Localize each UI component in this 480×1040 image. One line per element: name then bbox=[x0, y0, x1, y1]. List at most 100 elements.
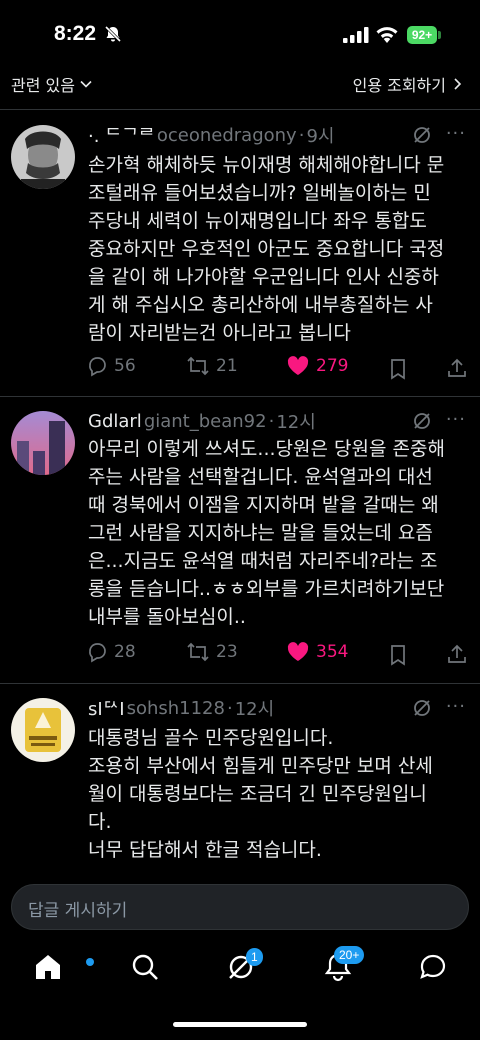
timestamp[interactable]: 12시 bbox=[276, 408, 315, 434]
tweet-header: sIᄃᄉI sohsh1128 · 12시 bbox=[88, 695, 466, 721]
view-quotes-label: 인용 조회하기 bbox=[352, 76, 446, 95]
avatar[interactable] bbox=[11, 698, 75, 762]
tweet-text-line: 게 해 주십시오 총리산하에 내부총질하는 사 bbox=[88, 294, 433, 316]
reply-tweet[interactable]: sIᄃᄉI sohsh1128 · 12시 ··· 대통령님 골수 민주당원입니… bbox=[0, 684, 480, 884]
like-button[interactable]: 279 bbox=[286, 355, 348, 377]
tweet-text-line: 중요하지만 우호적인 아군도 중요합니다 국정 bbox=[88, 238, 445, 260]
like-count: 354 bbox=[316, 642, 349, 662]
tweet-text-line: 다. bbox=[88, 811, 112, 833]
separator-dot: · bbox=[298, 124, 305, 146]
heart-filled-icon bbox=[287, 642, 309, 661]
retweet-button[interactable]: 21 bbox=[186, 355, 238, 377]
bookmark-icon[interactable] bbox=[388, 358, 408, 380]
reply-count: 28 bbox=[114, 642, 136, 662]
display-name[interactable]: sIᄃᄉI bbox=[88, 695, 125, 721]
tweet-text: 대통령님 골수 민주당원입니다. 조용히 부산에서 힘들게 민주당만 보며 산세… bbox=[88, 724, 468, 864]
tab-search[interactable] bbox=[130, 952, 160, 986]
home-icon bbox=[36, 955, 60, 979]
tweet-header: Gdlarl giant_bean92 · 12시 bbox=[88, 408, 466, 434]
like-count: 279 bbox=[316, 356, 349, 376]
handle[interactable]: giant_bean92 bbox=[144, 411, 267, 432]
chevron-right-icon bbox=[454, 78, 462, 90]
like-button[interactable]: 354 bbox=[286, 641, 348, 663]
reply-input[interactable]: 답글 게시하기 bbox=[11, 884, 469, 930]
more-options-icon[interactable]: ··· bbox=[446, 409, 466, 430]
avatar[interactable] bbox=[11, 411, 75, 475]
display-name[interactable]: ·. ᄃᄀᄅ bbox=[88, 122, 155, 148]
tweet-text-line: 은...지금도 윤석열 때처럼 자리주네?라는 조 bbox=[88, 550, 438, 572]
chat-bubble-icon bbox=[420, 954, 446, 979]
grok-icon[interactable] bbox=[412, 125, 432, 145]
tweet-text-line: 롱을 듣습니다..ㅎㅎ외부를 가르치려하기보단 bbox=[88, 578, 445, 600]
notifications-badge: 20+ bbox=[334, 946, 365, 964]
reply-button[interactable]: 56 bbox=[86, 355, 136, 377]
tweet-text-line: 조털래유 들어보셨습니까? 일베놀이하는 민 bbox=[88, 182, 431, 204]
timestamp[interactable]: 9시 bbox=[306, 122, 334, 148]
reply-button[interactable]: 28 bbox=[86, 641, 136, 663]
tweet-text-line: 람이 자리받는건 아니라고 봅니다 bbox=[88, 322, 351, 344]
tweet-text-line: 월이 대통령보다는 조금더 긴 민주당원입니 bbox=[88, 783, 427, 805]
search-icon bbox=[132, 954, 158, 980]
share-icon[interactable] bbox=[446, 357, 468, 379]
reply-icon bbox=[89, 357, 106, 377]
tweet-text-line: 그런 사람을 지지하냐는 말을 들었는데 요즘 bbox=[88, 522, 433, 544]
tweet-text-line: 주는 사람을 선택할겁니다. 윤석열과의 대선 bbox=[88, 466, 433, 488]
view-quotes-link[interactable]: 인용 조회하기 bbox=[353, 72, 464, 96]
chevron-down-icon bbox=[80, 80, 92, 88]
retweet-count: 23 bbox=[216, 642, 238, 662]
retweet-count: 21 bbox=[216, 356, 238, 376]
tweet-actions: 56 21 279 bbox=[84, 355, 470, 385]
separator-dot: · bbox=[268, 410, 275, 432]
cellular-signal-icon bbox=[343, 27, 369, 43]
tab-notifications[interactable]: 20+ bbox=[323, 946, 365, 986]
tweet-text-line: 조용히 부산에서 힘들게 민주당만 보며 산세 bbox=[88, 755, 433, 777]
tweet-text-line: 너무 답답해서 한글 적습니다. bbox=[88, 839, 322, 861]
status-bar: 8:22 92+ bbox=[0, 0, 480, 62]
tweet-text: 손가혁 해체하듯 뉴이재명 해체해야합니다 문 조털래유 들어보셨습니까? 일베… bbox=[88, 151, 468, 347]
retweet-icon bbox=[187, 356, 209, 376]
tab-messages[interactable] bbox=[418, 952, 448, 986]
sort-relevance-dropdown[interactable]: 관련 있음 bbox=[11, 72, 93, 96]
sort-label: 관련 있음 bbox=[11, 76, 75, 95]
reply-tweet[interactable]: Gdlarl giant_bean92 · 12시 ··· 아무리 이렇게 쓰셔… bbox=[0, 397, 480, 684]
wifi-icon bbox=[376, 27, 398, 43]
grok-icon[interactable] bbox=[412, 411, 432, 431]
tweet-header: ·. ᄃᄀᄅ oceonedragony · 9시 bbox=[88, 122, 466, 148]
handle[interactable]: sohsh1128 bbox=[127, 698, 225, 719]
display-name[interactable]: Gdlarl bbox=[88, 411, 142, 432]
retweet-button[interactable]: 23 bbox=[186, 641, 238, 663]
handle[interactable]: oceonedragony bbox=[157, 125, 297, 146]
reply-icon bbox=[89, 643, 106, 663]
tweet-text-line: 대통령님 골수 민주당원입니다. bbox=[88, 727, 334, 749]
tweet-text-line: 손가혁 해체하듯 뉴이재명 해체해야합니다 문 bbox=[88, 154, 445, 176]
tab-grok[interactable]: 1 bbox=[226, 948, 263, 986]
tweet-text-line: 을 같이 해 나가야할 우군입니다 인사 신중하 bbox=[88, 266, 439, 288]
status-time: 8:22 bbox=[54, 22, 97, 45]
bell-slash-icon bbox=[104, 25, 122, 43]
battery-indicator: 92+ bbox=[407, 26, 437, 44]
heart-filled-icon bbox=[287, 356, 309, 375]
grok-icon[interactable] bbox=[412, 698, 432, 718]
tweet-actions: 28 23 354 bbox=[84, 641, 470, 671]
tweet-text: 아무리 이렇게 쓰셔도...당원은 당원을 존중해 주는 사람을 선택할겁니다.… bbox=[88, 435, 468, 631]
tweet-text-line: 아무리 이렇게 쓰셔도...당원은 당원을 존중해 bbox=[88, 438, 445, 460]
bookmark-icon[interactable] bbox=[388, 644, 408, 666]
home-indicator bbox=[173, 1022, 307, 1027]
share-icon[interactable] bbox=[446, 643, 468, 665]
tweet-text-line: 내부를 돌아보심이.. bbox=[88, 606, 246, 628]
reply-placeholder: 답글 게시하기 bbox=[28, 901, 128, 921]
tab-home[interactable] bbox=[33, 952, 94, 986]
avatar[interactable] bbox=[11, 125, 75, 189]
reply-tweet[interactable]: ·. ᄃᄀᄅ oceonedragony · 9시 ··· 손가혁 해체하듯 뉴… bbox=[0, 111, 480, 397]
tweet-text-line: 때 경북에서 이잼을 지지하며 밭을 갈때는 왜 bbox=[88, 494, 439, 516]
bottom-tab-bar: 1 20+ bbox=[0, 944, 480, 994]
separator-dot: · bbox=[226, 697, 233, 719]
more-options-icon[interactable]: ··· bbox=[446, 696, 466, 717]
retweet-icon bbox=[187, 642, 209, 662]
more-options-icon[interactable]: ··· bbox=[446, 123, 466, 144]
timestamp[interactable]: 12시 bbox=[235, 695, 274, 721]
home-unread-dot bbox=[86, 958, 94, 966]
spaces-badge: 1 bbox=[246, 948, 263, 966]
tweet-text-line: 주당내 세력이 뉴이재명입니다 좌우 통합도 bbox=[88, 210, 427, 232]
battery-tip bbox=[438, 31, 441, 39]
